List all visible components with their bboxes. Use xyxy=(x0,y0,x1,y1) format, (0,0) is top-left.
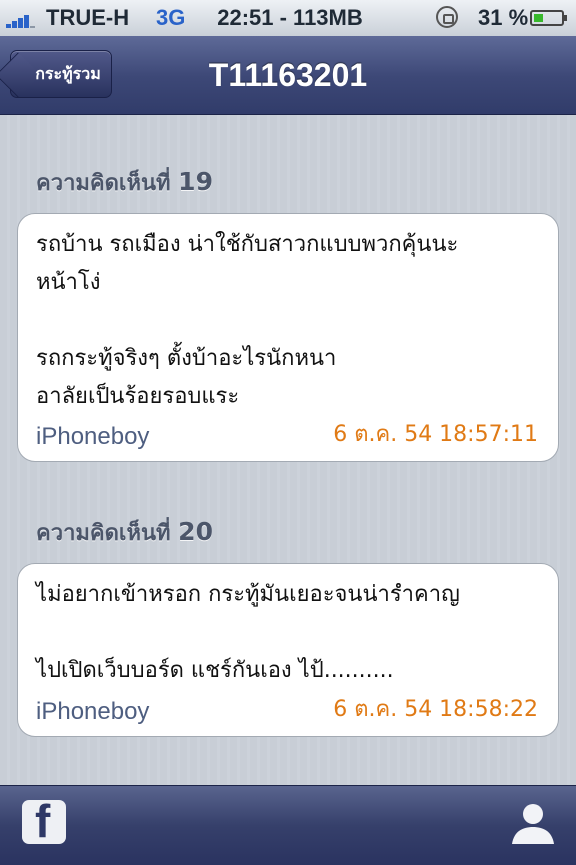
comment-username[interactable]: iPhoneboy xyxy=(36,423,149,451)
comment-number: 19 xyxy=(178,167,213,196)
comment-number: 20 xyxy=(178,517,213,546)
status-time-memory: 22:51 - 113MB xyxy=(217,5,363,30)
comment-header: ความคิดเห็นที่ 19 xyxy=(36,165,213,200)
bottom-toolbar: f xyxy=(0,785,576,865)
comment-text: ไม่อยากเข้าหรอก กระทู้มันเยอะจนน่ารำคาญ … xyxy=(36,582,460,683)
status-bar: TRUE-H 3G 22:51 - 113MB 31 % xyxy=(0,0,576,37)
back-button-label: กระทู้รวม xyxy=(35,63,101,83)
comment-header-label: ความคิดเห็นที่ xyxy=(36,521,171,546)
battery-percent: 31 % xyxy=(478,5,529,30)
comment-card[interactable]: ไม่อยากเข้าหรอก กระทู้มันเยอะจนน่ารำคาญ … xyxy=(17,563,559,737)
carrier-name: TRUE-H xyxy=(46,5,130,30)
comment-timestamp: 6 ต.ค. 54 18:57:11 xyxy=(333,422,538,447)
comment-header-label: ความคิดเห็นที่ xyxy=(36,171,171,196)
comments-list[interactable]: ความคิดเห็นที่ 19 รถบ้าน รถเมือง น่าใช้ก… xyxy=(0,115,576,785)
comment-username[interactable]: iPhoneboy xyxy=(36,698,149,726)
facebook-icon[interactable]: f xyxy=(22,800,66,844)
signal-strength-icon xyxy=(6,10,42,28)
rotation-lock-icon xyxy=(436,6,458,28)
navigation-bar: กระทู้รวม T11163201 xyxy=(0,36,576,115)
network-type: 3G xyxy=(156,5,186,30)
battery-icon xyxy=(530,10,567,26)
user-icon[interactable] xyxy=(510,800,556,846)
comment-text: รถบ้าน รถเมือง น่าใช้กับสาวกแบบพวกคุ้นนะ… xyxy=(36,232,459,409)
comment-header: ความคิดเห็นที่ 20 xyxy=(36,515,213,550)
page-title: T11163201 xyxy=(208,57,368,93)
comment-card[interactable]: รถบ้าน รถเมือง น่าใช้กับสาวกแบบพวกคุ้นนะ… xyxy=(17,213,559,462)
back-button[interactable]: กระทู้รวม xyxy=(10,50,112,98)
comment-timestamp: 6 ต.ค. 54 18:58:22 xyxy=(333,697,538,722)
